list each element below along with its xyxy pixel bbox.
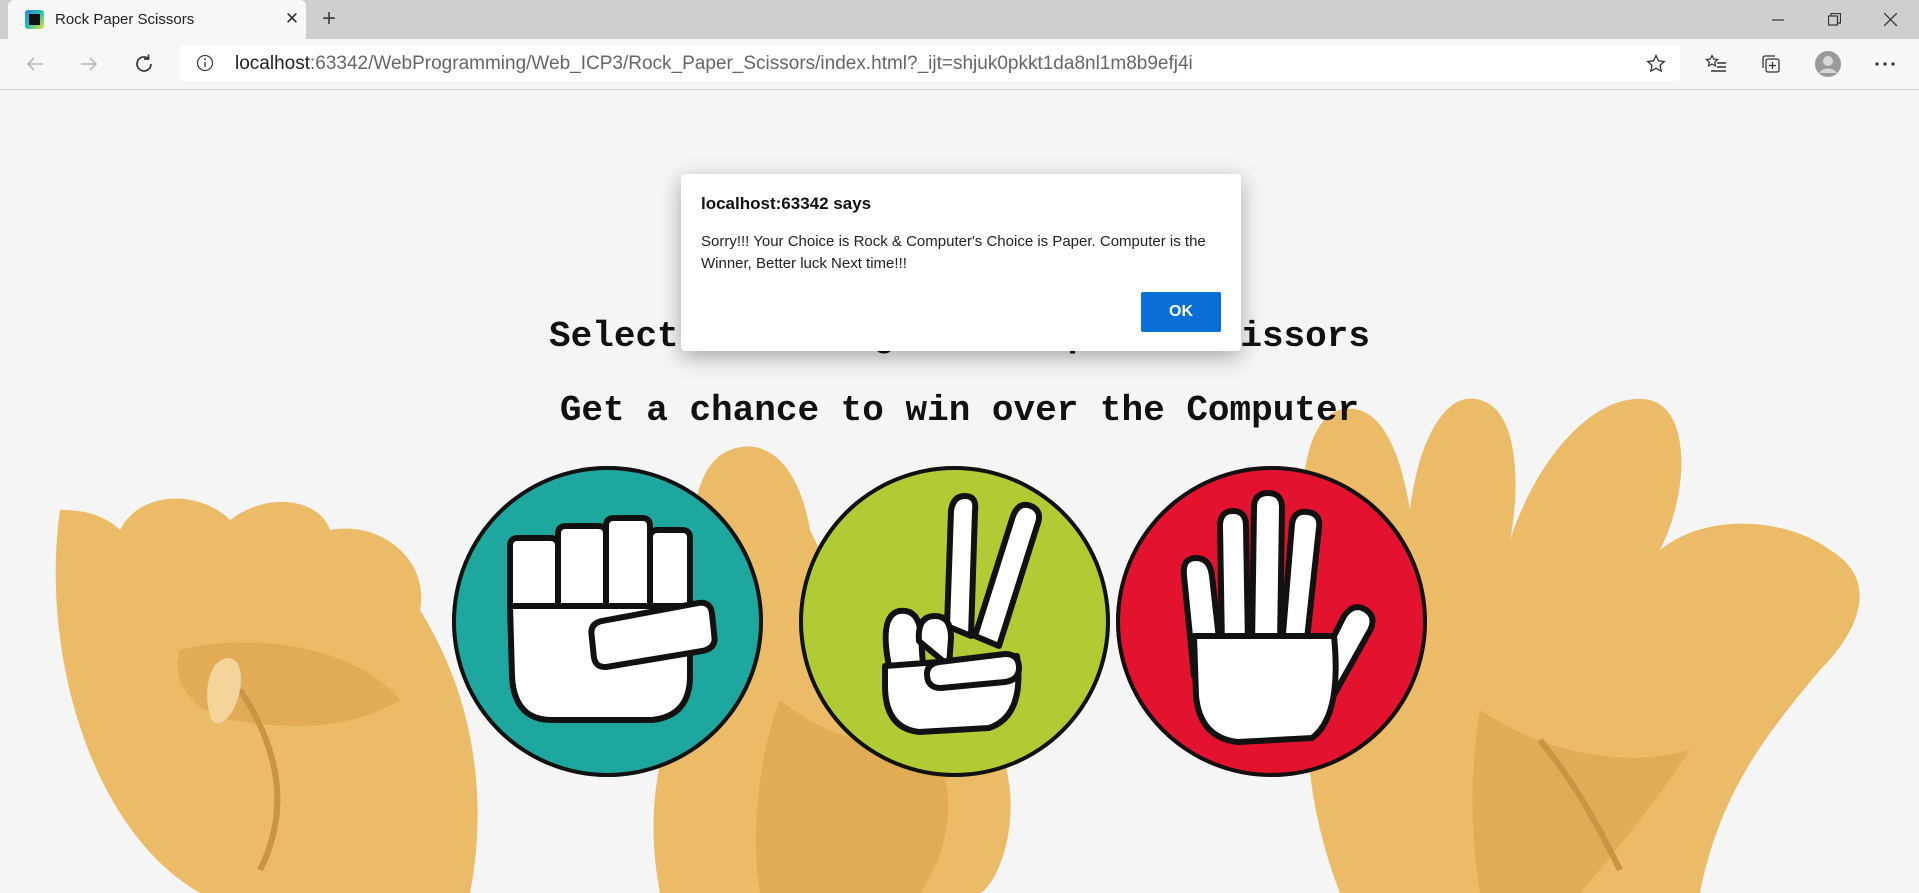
site-info-icon[interactable] <box>196 54 214 72</box>
back-arrow-icon[interactable] <box>18 47 52 81</box>
restore-icon[interactable] <box>1806 0 1862 39</box>
window-close-icon[interactable] <box>1862 0 1918 39</box>
browser-tab[interactable]: Rock Paper Scissors ✕ <box>8 0 306 39</box>
rock-fist-icon <box>507 515 718 723</box>
scissors-choice-button[interactable] <box>799 466 1110 777</box>
minimize-icon[interactable] <box>1750 0 1806 39</box>
page-content: Ready Get Set Go.....! Select one among … <box>0 90 1919 893</box>
favorite-star-icon[interactable] <box>1639 47 1673 81</box>
heading-chance: Get a chance to win over the Computer <box>559 390 1360 431</box>
collections-icon[interactable] <box>1754 47 1788 81</box>
url-path: :63342/WebProgramming/Web_ICP3/Rock_Pape… <box>310 53 1193 74</box>
webstorm-favicon-icon <box>25 10 44 29</box>
tab-title: Rock Paper Scissors <box>55 11 195 28</box>
browser-toolbar: localhost:63342/WebProgramming/Web_ICP3/… <box>0 39 1919 90</box>
dialog-title: localhost:63342 says <box>701 194 872 213</box>
more-options-icon[interactable] <box>1868 47 1902 81</box>
reload-icon[interactable] <box>127 47 161 81</box>
new-tab-icon[interactable]: + <box>316 7 342 33</box>
profile-avatar-icon[interactable] <box>1811 47 1845 81</box>
dialog-message: Sorry!!! Your Choice is Rock & Computer'… <box>701 233 1206 272</box>
url-text: localhost:63342/WebProgramming/Web_ICP3/… <box>235 53 1193 75</box>
paper-hand-icon <box>1180 490 1376 745</box>
tab-close-icon[interactable]: ✕ <box>281 8 303 30</box>
address-bar[interactable]: localhost:63342/WebProgramming/Web_ICP3/… <box>180 45 1680 81</box>
ok-button[interactable]: OK <box>1141 292 1221 332</box>
tab-strip: Rock Paper Scissors ✕ + <box>0 0 1919 39</box>
alert-dialog: localhost:63342 says Sorry!!! Your Choic… <box>681 174 1241 351</box>
url-host: localhost <box>235 53 310 74</box>
rock-choice-button[interactable] <box>452 466 763 777</box>
forward-arrow-icon[interactable] <box>72 47 106 81</box>
scissors-peace-icon <box>882 493 1042 735</box>
paper-choice-button[interactable] <box>1116 466 1427 777</box>
favorites-list-icon[interactable] <box>1699 47 1733 81</box>
